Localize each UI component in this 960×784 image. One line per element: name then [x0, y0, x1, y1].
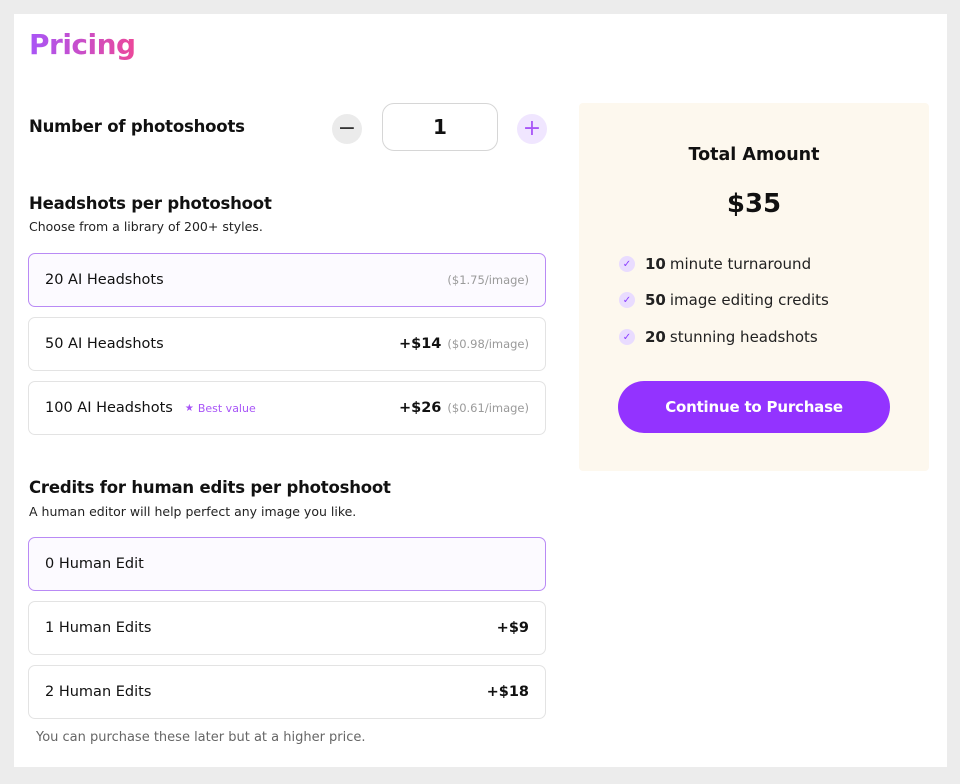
edits-section-subtitle: A human editor will help perfect any ima… [29, 504, 357, 519]
edit-option-2[interactable]: 2 Human Edits +$18 [28, 665, 546, 719]
photoshoots-label: Number of photoshoots [29, 117, 245, 136]
option-label: 100 AI Headshots [45, 400, 173, 416]
feature-item: ✓ 20 stunning headshots [619, 328, 818, 346]
minus-icon: − [337, 116, 357, 141]
quantity-input[interactable]: 1 [382, 103, 498, 151]
feature-item: ✓ 50 image editing credits [619, 291, 829, 309]
star-icon: ★ [184, 402, 194, 414]
option-price: +$14 [398, 336, 442, 352]
option-label: 20 AI Headshots [45, 272, 164, 288]
option-label: 2 Human Edits [45, 684, 152, 700]
check-icon: ✓ [619, 256, 635, 272]
plus-icon: + [522, 116, 542, 141]
option-label: 0 Human Edit [45, 556, 144, 572]
continue-to-purchase-button[interactable]: Continue to Purchase [618, 381, 890, 433]
headshots-section-title: Headshots per photoshoot [29, 194, 272, 213]
order-summary-panel: Total Amount $35 ✓ 10 minute turnaround … [579, 103, 929, 471]
headshot-option-50[interactable]: 50 AI Headshots +$14 ($0.98/image) [28, 317, 546, 371]
option-per-image: ($1.75/image) [447, 273, 529, 287]
total-amount-label: Total Amount [688, 145, 820, 165]
feature-text: image editing credits [669, 291, 829, 309]
option-per-image: ($0.61/image) [447, 401, 529, 415]
edit-option-1[interactable]: 1 Human Edits +$9 [28, 601, 546, 655]
decrement-button[interactable]: − [332, 114, 362, 144]
option-per-image: ($0.98/image) [447, 337, 529, 351]
edits-footnote: You can purchase these later but at a hi… [36, 730, 366, 745]
feature-number: 10 [645, 255, 666, 273]
increment-button[interactable]: + [517, 114, 547, 144]
pricing-card: Pricing Number of photoshoots − 1 + Head… [14, 14, 947, 767]
headshot-option-100[interactable]: 100 AI Headshots ★ Best value +$26 ($0.6… [28, 381, 546, 435]
headshot-option-20[interactable]: 20 AI Headshots ($1.75/image) [28, 253, 546, 307]
option-label: 50 AI Headshots [45, 336, 164, 352]
option-label: 1 Human Edits [45, 620, 152, 636]
headshots-section-subtitle: Choose from a library of 200+ styles. [29, 219, 263, 234]
check-icon: ✓ [619, 329, 635, 345]
page-title: Pricing [29, 28, 136, 61]
check-icon: ✓ [619, 292, 635, 308]
total-amount-value: $35 [726, 189, 782, 219]
badge-label: Best value [197, 401, 256, 415]
feature-text: minute turnaround [669, 255, 812, 273]
feature-number: 20 [645, 328, 666, 346]
feature-number: 50 [645, 291, 666, 309]
edit-option-0[interactable]: 0 Human Edit [28, 537, 546, 591]
option-price: +$18 [486, 684, 529, 700]
edits-section-title: Credits for human edits per photoshoot [29, 478, 391, 497]
feature-text: stunning headshots [669, 328, 818, 346]
feature-item: ✓ 10 minute turnaround [619, 255, 811, 273]
option-price: +$26 [398, 400, 442, 416]
option-price: +$9 [496, 620, 529, 636]
best-value-badge: ★ Best value [185, 402, 256, 415]
